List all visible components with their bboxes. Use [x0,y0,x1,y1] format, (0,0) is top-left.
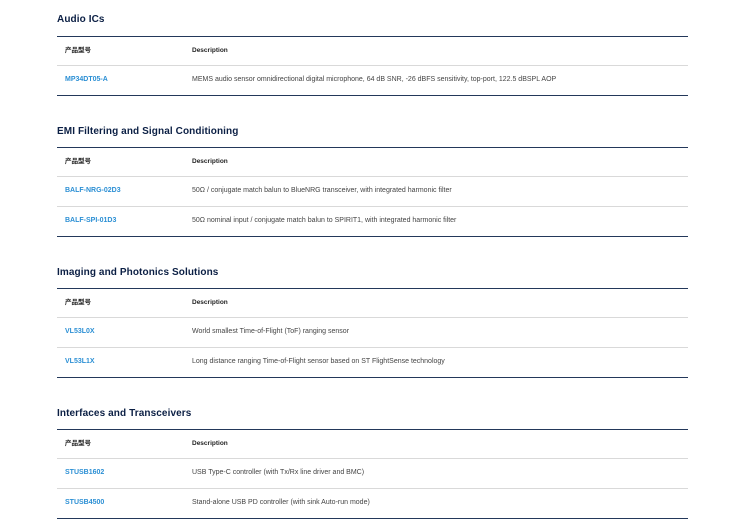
part-description: 50Ω nominal input / conjugate match balu… [192,217,457,224]
product-table: 产品型号 Description VL53L0X World smallest … [57,288,688,378]
part-description: MEMS audio sensor omnidirectional digita… [192,76,557,83]
product-table: 产品型号 Description BALF-NRG-02D3 50Ω / con… [57,147,688,237]
part-description: Long distance ranging Time-of-Flight sen… [192,358,445,365]
table-header-row: 产品型号 Description [57,37,688,66]
table-header-row: 产品型号 Description [57,430,688,459]
part-description: World smallest Time-of-Flight (ToF) rang… [192,328,350,335]
column-header-description: Description [192,299,228,306]
part-number-link[interactable]: BALF-NRG-02D3 [65,177,121,205]
part-number-link[interactable]: VL53L1X [65,348,95,376]
section-title: EMI Filtering and Signal Conditioning [57,126,239,137]
table-row: VL53L1X Long distance ranging Time-of-Fl… [57,348,688,378]
table-row: BALF-SPI-01D3 50Ω nominal input / conjug… [57,207,688,237]
table-row: BALF-NRG-02D3 50Ω / conjugate match balu… [57,177,688,207]
product-table: 产品型号 Description MP34DT05-A MEMS audio s… [57,36,688,96]
table-row: VL53L0X World smallest Time-of-Flight (T… [57,318,688,348]
section-title: Imaging and Photonics Solutions [57,267,219,278]
column-header-description: Description [192,158,228,165]
part-number-link[interactable]: STUSB4500 [65,489,104,517]
section-title: Audio ICs [57,14,105,25]
column-header-part: 产品型号 [65,158,91,165]
column-header-part: 产品型号 [65,440,91,447]
column-header-part: 产品型号 [65,47,91,54]
section-title: Interfaces and Transceivers [57,408,192,419]
column-header-description: Description [192,440,228,447]
part-number-link[interactable]: MP34DT05-A [65,66,108,94]
table-row: STUSB1602 USB Type-C controller (with Tx… [57,459,688,489]
part-description: Stand-alone USB PD controller (with sink… [192,499,370,506]
table-row: STUSB4500 Stand-alone USB PD controller … [57,489,688,519]
part-number-link[interactable]: VL53L0X [65,318,95,346]
column-header-part: 产品型号 [65,299,91,306]
table-header-row: 产品型号 Description [57,148,688,177]
part-number-link[interactable]: STUSB1602 [65,459,104,487]
table-header-row: 产品型号 Description [57,289,688,318]
column-header-description: Description [192,47,228,54]
part-description: USB Type-C controller (with Tx/Rx line d… [192,469,365,476]
product-table: 产品型号 Description STUSB1602 USB Type-C co… [57,429,688,519]
part-description: 50Ω / conjugate match balun to BlueNRG t… [192,187,452,194]
table-row: MP34DT05-A MEMS audio sensor omnidirecti… [57,66,688,96]
part-number-link[interactable]: BALF-SPI-01D3 [65,207,116,235]
